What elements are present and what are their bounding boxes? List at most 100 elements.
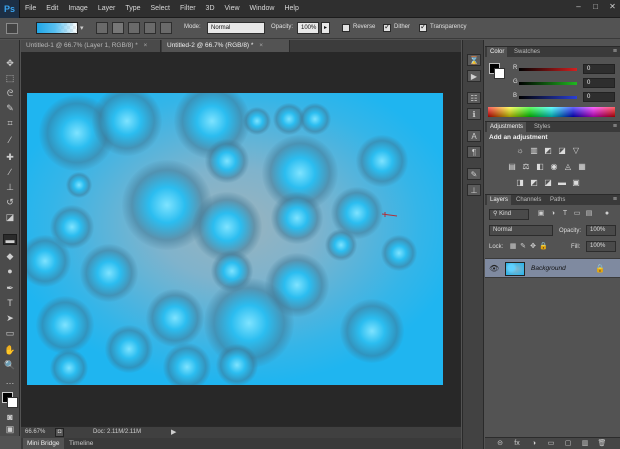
healing-brush-tool-icon[interactable]: ✚ — [3, 152, 17, 163]
fill-input[interactable]: 100% — [586, 241, 616, 252]
close-icon[interactable]: × — [259, 42, 263, 49]
lock-all-icon[interactable]: 🔒 — [539, 243, 548, 251]
tab-color[interactable]: Color — [487, 47, 508, 57]
minimize-button[interactable]: – — [573, 2, 584, 12]
green-slider[interactable] — [519, 82, 577, 85]
actions-panel-icon[interactable]: ▶ — [467, 70, 481, 82]
new-adjustment-layer-icon[interactable]: ▭ — [546, 439, 556, 449]
menu-3d[interactable]: 3D — [201, 0, 220, 18]
marquee-tool-icon[interactable]: ⬚ — [3, 73, 17, 84]
color-balance-icon[interactable]: ⚖ — [521, 162, 531, 172]
gradient-picker[interactable] — [36, 22, 78, 34]
panel-menu-icon[interactable]: ≡ — [613, 122, 617, 132]
screen-mode-icon[interactable]: ▣ — [3, 424, 17, 435]
pen-tool-icon[interactable]: ✒ — [3, 283, 17, 294]
tab-timeline[interactable]: Timeline — [65, 438, 97, 449]
tool-preset-picker[interactable] — [6, 23, 18, 34]
menu-type[interactable]: Type — [120, 0, 145, 18]
filter-shape-icon[interactable]: ▭ — [573, 210, 581, 218]
filter-type-icon[interactable]: T — [561, 210, 569, 218]
radial-gradient-button[interactable] — [112, 22, 124, 34]
background-color-swatch[interactable] — [7, 397, 18, 408]
tab-adjustments[interactable]: Adjustments — [487, 122, 527, 132]
channel-mixer-icon[interactable]: ◬ — [563, 162, 573, 172]
exposure-icon[interactable]: ◪ — [557, 146, 567, 156]
menu-layer[interactable]: Layer — [93, 0, 121, 18]
gradient-tool-icon[interactable]: ▬ — [3, 234, 17, 245]
tab-channels[interactable]: Channels — [513, 195, 544, 205]
menu-help[interactable]: Help — [279, 0, 303, 18]
photo-filter-icon[interactable]: ◉ — [549, 162, 559, 172]
posterize-icon[interactable]: ◩ — [529, 178, 539, 188]
curves-icon[interactable]: ◩ — [543, 146, 553, 156]
opacity-dropdown-button[interactable]: ▸ — [321, 22, 330, 34]
menu-select[interactable]: Select — [146, 0, 175, 18]
filter-adjustment-icon[interactable]: ◑ — [549, 210, 557, 218]
tab-untitled-2[interactable]: Untitled-2 @ 66.7% (RGB/8) * × — [162, 40, 290, 52]
gradient-map-icon[interactable]: ▬ — [557, 178, 567, 188]
blur-tool-icon[interactable]: ◆ — [3, 251, 17, 262]
opacity-input[interactable]: 100% — [297, 22, 319, 34]
menu-filter[interactable]: Filter — [175, 0, 201, 18]
menu-view[interactable]: View — [220, 0, 245, 18]
layer-filter-select[interactable]: ⚲ Kind — [489, 209, 529, 220]
menu-file[interactable]: File — [20, 0, 41, 18]
eye-icon[interactable]: 👁 — [489, 264, 499, 273]
vibrance-icon[interactable]: ▽ — [571, 146, 581, 156]
red-slider[interactable] — [519, 68, 577, 71]
layer-row-background[interactable]: 👁 Background 🔒 — [485, 258, 620, 278]
eraser-tool-icon[interactable]: ◪ — [3, 212, 17, 223]
add-mask-icon[interactable]: ◑ — [529, 439, 539, 449]
quick-selection-tool-icon[interactable]: ✎ — [3, 103, 17, 114]
chevron-down-icon[interactable]: ▾ — [80, 23, 88, 34]
lock-image-icon[interactable]: ✎ — [519, 243, 527, 251]
blend-mode-select[interactable]: Normal — [489, 225, 553, 236]
close-icon[interactable]: × — [144, 42, 148, 49]
filter-pixel-icon[interactable]: ▣ — [537, 210, 545, 218]
lasso-tool-icon[interactable]: ᘓ — [3, 88, 17, 99]
dither-checkbox[interactable] — [383, 22, 391, 32]
more-tools-icon[interactable]: … — [3, 376, 17, 387]
panel-menu-icon[interactable]: ≡ — [613, 195, 617, 205]
brightness-contrast-icon[interactable]: ☼ — [515, 146, 525, 156]
move-tool-icon[interactable]: ✥ — [3, 58, 17, 69]
info-panel-icon[interactable]: ℹ — [467, 108, 481, 120]
selective-color-icon[interactable]: ▣ — [571, 178, 581, 188]
diamond-gradient-button[interactable] — [160, 22, 172, 34]
mode-select[interactable]: Normal — [207, 22, 265, 34]
hand-tool-icon[interactable]: ✋ — [3, 345, 17, 356]
reverse-checkbox[interactable] — [342, 24, 350, 32]
status-arrow-icon[interactable]: ▶ — [171, 428, 176, 436]
transparency-checkbox[interactable] — [419, 22, 427, 32]
new-group-icon[interactable]: ▢ — [563, 439, 573, 449]
invert-icon[interactable]: ◨ — [515, 178, 525, 188]
type-tool-icon[interactable]: T — [3, 298, 17, 309]
lock-position-icon[interactable]: ✥ — [529, 243, 537, 251]
zoom-level[interactable]: 66.67% — [25, 429, 45, 435]
tab-swatches[interactable]: Swatches — [511, 47, 543, 57]
hue-saturation-icon[interactable]: ▤ — [507, 162, 517, 172]
black-white-icon[interactable]: ◧ — [535, 162, 545, 172]
color-background-swatch[interactable] — [494, 68, 505, 79]
tab-layers[interactable]: Layers — [487, 195, 512, 205]
linear-gradient-button[interactable] — [96, 22, 108, 34]
layer-style-icon[interactable]: fx — [512, 439, 522, 449]
filter-toggle-icon[interactable]: ● — [603, 210, 611, 218]
character-panel-icon[interactable]: A — [467, 130, 481, 142]
clone-stamp-tool-icon[interactable]: ⊥ — [3, 182, 17, 193]
tab-mini-bridge[interactable]: Mini Bridge — [23, 438, 64, 449]
zoom-tool-icon[interactable]: 🔍 — [3, 360, 17, 371]
angle-gradient-button[interactable] — [128, 22, 140, 34]
close-button[interactable]: ✕ — [607, 2, 618, 12]
color-lookup-icon[interactable]: ▦ — [577, 162, 587, 172]
layer-opacity-input[interactable]: 100% — [586, 225, 616, 236]
crop-tool-icon[interactable]: ⌗ — [3, 118, 17, 129]
paragraph-panel-icon[interactable]: ¶ — [467, 146, 481, 158]
threshold-icon[interactable]: ◪ — [543, 178, 553, 188]
reflected-gradient-button[interactable] — [144, 22, 156, 34]
properties-panel-icon[interactable]: ☷ — [467, 92, 481, 104]
blue-slider[interactable] — [519, 96, 577, 99]
menu-image[interactable]: Image — [63, 0, 92, 18]
brush-panel-icon[interactable]: ✎ — [467, 168, 481, 180]
history-brush-tool-icon[interactable]: ↺ — [3, 197, 17, 208]
